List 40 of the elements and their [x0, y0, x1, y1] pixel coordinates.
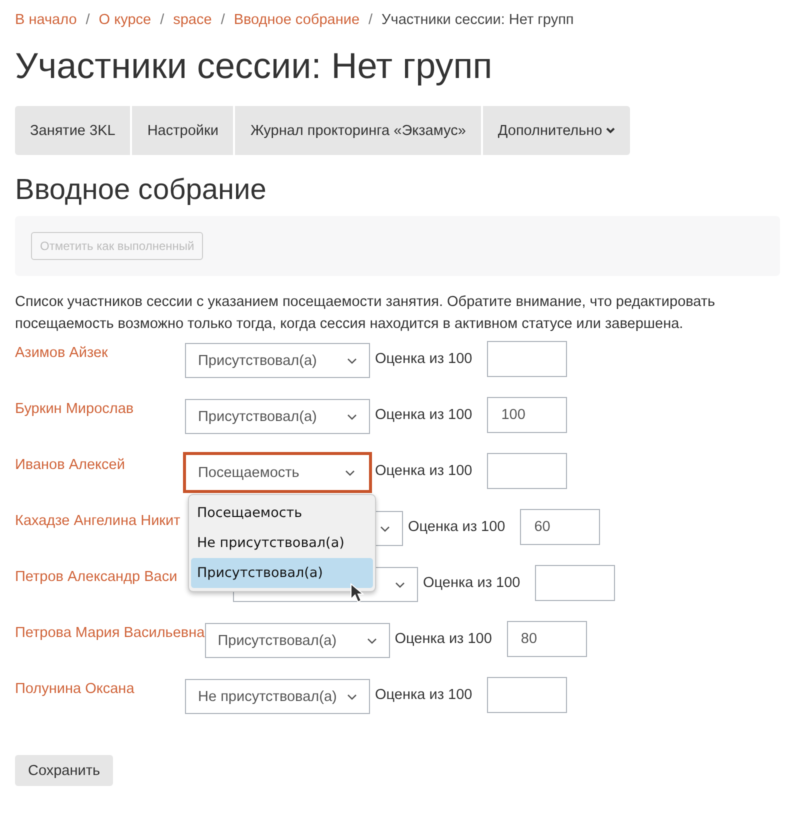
score-label: Оценка из 100: [408, 519, 506, 535]
score-label: Оценка из 100: [375, 463, 472, 479]
score-field[interactable]: 80: [506, 621, 587, 657]
attendance-select[interactable]: Посещаемость: [183, 452, 372, 493]
participant-name[interactable]: Иванов Алексей: [15, 457, 185, 473]
score-label: Оценка из 100: [375, 351, 472, 367]
breadcrumb-link[interactable]: О курсе: [98, 12, 152, 28]
nav-tab[interactable]: Занятие 3KL: [15, 106, 130, 155]
dropdown-option[interactable]: Присутствовал(а): [191, 558, 373, 588]
nav-tab[interactable]: Настройки: [132, 106, 234, 155]
attendance-select[interactable]: Присутствовал(а): [185, 343, 370, 378]
breadcrumb-link[interactable]: space: [173, 12, 212, 28]
score-field[interactable]: 100: [487, 397, 568, 433]
score-label: Оценка из 100: [375, 407, 472, 423]
attendance-select[interactable]: Не присутствовал(а): [185, 679, 370, 714]
section-title: Вводное собрание: [15, 173, 268, 207]
breadcrumb-separator: /: [86, 12, 90, 28]
dropdown-option[interactable]: Не присутствовал(а): [191, 528, 373, 558]
score-label: Оценка из 100: [423, 575, 520, 591]
breadcrumb-link[interactable]: В начало: [15, 12, 77, 28]
participant-name[interactable]: Петрова Мария Васильевна: [15, 625, 205, 641]
breadcrumb-separator: /: [220, 12, 225, 28]
breadcrumb-separator: /: [160, 12, 164, 28]
breadcrumb-current: Участники сессии: Нет групп: [382, 12, 574, 28]
score-label: Оценка из 100: [375, 687, 472, 703]
attendance-select[interactable]: Присутствовал(а): [204, 623, 390, 658]
participant-name[interactable]: Азимов Айзек: [15, 345, 185, 361]
participant-name[interactable]: Полунина Оксана: [15, 681, 185, 697]
nav-tab[interactable]: Журнал прокторинга «Экзамус»: [235, 106, 481, 155]
breadcrumb-link[interactable]: Вводное собрание: [234, 12, 360, 28]
description-text: Список участников сессии с указанием посещаемости занятия. Обратите внимание, что редактировать посещаемость возможно только тогда, когда сессия находится в активном статусе или завершена.: [15, 293, 716, 334]
score-field[interactable]: 60: [520, 509, 600, 545]
score-label: Оценка из 100: [394, 631, 492, 647]
breadcrumb-separator: /: [368, 12, 373, 28]
nav-tab[interactable]: Дополнительно: [482, 106, 630, 155]
attendance-select[interactable]: Присутствовал(а): [185, 399, 370, 434]
participant-name[interactable]: Буркин Мирослав: [15, 401, 185, 417]
page-title: Участники сессии: Нет групп: [15, 45, 494, 87]
dropdown-option[interactable]: Посещаемость: [191, 498, 373, 528]
save-button[interactable]: Сохранить: [15, 755, 114, 786]
